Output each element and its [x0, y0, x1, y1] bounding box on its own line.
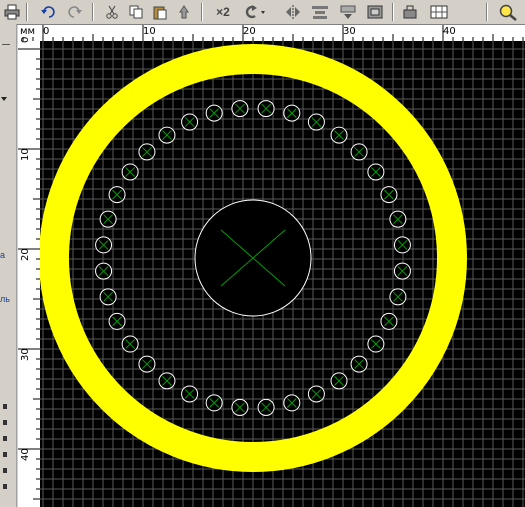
align-icon	[312, 5, 328, 19]
mounting-hole[interactable]	[138, 143, 156, 161]
snap-icon	[403, 5, 417, 18]
mounting-hole[interactable]	[138, 355, 156, 373]
zoom-button[interactable]	[497, 2, 519, 21]
grip-icon[interactable]	[3, 420, 7, 425]
mounting-hole[interactable]	[367, 335, 385, 353]
mounting-hole[interactable]	[158, 372, 176, 390]
cut-button[interactable]	[103, 2, 121, 21]
mounting-hole[interactable]	[283, 104, 301, 122]
align-button[interactable]	[309, 2, 331, 21]
mounting-hole[interactable]	[350, 355, 368, 373]
print-button[interactable]	[3, 2, 21, 21]
mounting-hole[interactable]	[205, 104, 223, 122]
left-panel-label-b: ль	[0, 294, 10, 304]
dropdown-arrow-icon[interactable]	[0, 96, 8, 102]
vertical-ruler[interactable]: 0 10 20 30 40	[18, 37, 41, 507]
mounting-hole[interactable]	[389, 210, 407, 228]
grid-button[interactable]	[428, 2, 450, 21]
v-ruler-label: 20	[20, 248, 31, 261]
toolbar: ×2	[0, 0, 525, 25]
delete-button[interactable]	[175, 2, 193, 21]
mounting-hole[interactable]	[330, 126, 348, 144]
group-button[interactable]	[365, 2, 385, 21]
mounting-hole[interactable]	[257, 100, 275, 118]
mounting-hole[interactable]	[108, 186, 126, 204]
v-ruler-label: 30	[20, 348, 31, 361]
cut-icon	[106, 5, 118, 19]
delete-icon	[179, 4, 189, 18]
mounting-hole[interactable]	[231, 398, 249, 416]
mounting-hole[interactable]	[389, 288, 407, 306]
distribute-button[interactable]	[337, 2, 359, 21]
rotate-button[interactable]	[240, 2, 268, 21]
snap-button[interactable]	[400, 2, 420, 21]
copy-icon	[129, 5, 143, 18]
distribute-icon	[340, 5, 356, 19]
mounting-hole[interactable]	[181, 113, 199, 131]
mounting-hole[interactable]	[283, 394, 301, 412]
pcb-canvas[interactable]	[40, 41, 525, 507]
left-panel-label-a: a	[0, 250, 6, 260]
mounting-hole[interactable]	[330, 372, 348, 390]
mounting-hole[interactable]	[367, 163, 385, 181]
mounting-hole[interactable]	[99, 210, 117, 228]
undo-icon	[41, 5, 55, 18]
left-panel: a ль	[0, 24, 17, 507]
v-ruler-label: 40	[20, 448, 31, 461]
mounting-hole[interactable]	[205, 394, 223, 412]
mounting-hole[interactable]	[257, 398, 275, 416]
mounting-hole[interactable]	[95, 262, 113, 280]
grip-icon[interactable]	[3, 436, 7, 441]
paste-button[interactable]	[151, 2, 169, 21]
multiply-icon: ×2	[216, 4, 230, 19]
grid-icon	[430, 5, 448, 18]
mounting-hole[interactable]	[231, 100, 249, 118]
paste-icon	[153, 6, 167, 19]
redo-icon	[68, 5, 82, 18]
mounting-hole[interactable]	[307, 113, 325, 131]
mounting-hole[interactable]	[380, 312, 398, 330]
mounting-hole[interactable]	[121, 335, 139, 353]
multiply-button[interactable]: ×2	[212, 2, 234, 21]
mounting-hole[interactable]	[393, 262, 411, 280]
mounting-hole[interactable]	[181, 385, 199, 403]
horizontal-ruler[interactable]: мм 0 10 20 30 40	[18, 25, 525, 42]
print-icon	[4, 4, 20, 19]
undo-button[interactable]	[38, 2, 58, 21]
copy-button[interactable]	[127, 2, 145, 21]
grip-icon[interactable]	[3, 404, 7, 409]
grip-icon[interactable]	[3, 468, 7, 473]
grip-icon[interactable]	[3, 452, 7, 457]
v-ruler-label: 10	[20, 148, 31, 161]
mounting-hole[interactable]	[158, 126, 176, 144]
mounting-hole[interactable]	[380, 186, 398, 204]
mounting-hole[interactable]	[95, 236, 113, 254]
mounting-hole[interactable]	[108, 312, 126, 330]
mounting-hole[interactable]	[350, 143, 368, 161]
rotate-icon	[245, 4, 265, 18]
group-icon	[367, 5, 383, 18]
mounting-hole[interactable]	[99, 288, 117, 306]
zoom-icon	[499, 4, 517, 21]
mounting-hole[interactable]	[121, 163, 139, 181]
mirror-horizontal-button[interactable]	[283, 2, 303, 21]
mirror-horizontal-icon	[286, 4, 300, 19]
redo-button[interactable]	[65, 2, 85, 21]
mounting-hole[interactable]	[307, 385, 325, 403]
mounting-hole[interactable]	[393, 236, 411, 254]
grip-icon[interactable]	[3, 484, 7, 489]
